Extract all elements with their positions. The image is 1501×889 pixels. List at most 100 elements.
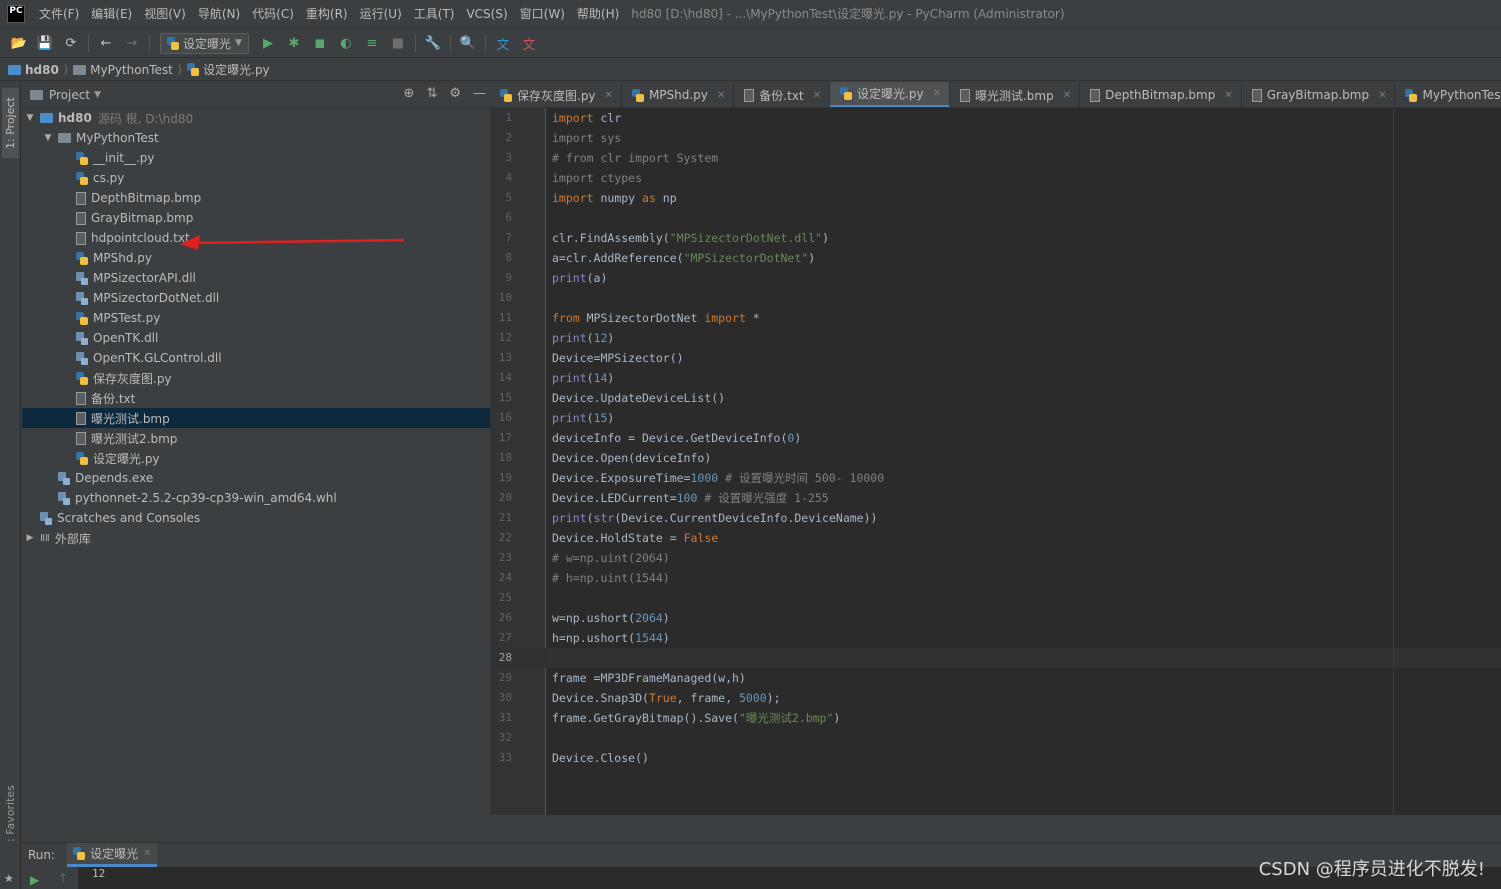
scroll-up-icon[interactable]: ↑ — [58, 871, 68, 885]
code-line[interactable]: a=clr.AddReference("MPSizectorDotNet") — [547, 248, 1501, 268]
save-all-icon[interactable]: 💾 — [36, 34, 54, 52]
code-line[interactable]: Device.HoldState = False — [547, 528, 1501, 548]
translate-replace-icon[interactable]: 文 — [520, 34, 538, 53]
code-line[interactable]: import numpy as np — [547, 188, 1501, 208]
code-line[interactable]: print(a) — [547, 268, 1501, 288]
menu-item[interactable]: 视图(V) — [138, 0, 192, 28]
tree-item[interactable]: ▶ ⅡⅡ 外部库 — [22, 528, 490, 548]
tree-item[interactable]: MPSizectorDotNet.dll — [22, 288, 490, 308]
code-line[interactable]: print(14) — [547, 368, 1501, 388]
tree-item[interactable]: MPSizectorAPI.dll — [22, 268, 490, 288]
code-line[interactable] — [547, 728, 1501, 748]
code-line[interactable]: Device.LEDCurrent=100 # 设置曝光强度 1-255 — [547, 488, 1501, 508]
menu-item[interactable]: 重构(R) — [300, 0, 354, 28]
run-configuration-dropdown[interactable]: 设定曝光 ▼ — [160, 32, 249, 54]
close-icon[interactable]: ✕ — [717, 90, 725, 101]
tree-item[interactable]: cs.py — [22, 168, 490, 188]
code-line[interactable]: # h=np.uint(1544) — [547, 568, 1501, 588]
code-line[interactable]: frame.GetGrayBitmap().Save("曝光测试2.bmp") — [547, 708, 1501, 728]
editor-tab[interactable]: MPShd.py ✕ — [622, 82, 735, 107]
code-line[interactable]: from MPSizectorDotNet import * — [547, 308, 1501, 328]
tool-window-tab-project[interactable]: 1: Project — [2, 88, 19, 158]
code-line[interactable]: print(15) — [547, 408, 1501, 428]
tree-item[interactable]: 曝光测试.bmp — [22, 408, 490, 428]
profile-icon[interactable]: ◐ — [337, 34, 355, 52]
synchronize-icon[interactable]: ⟳ — [62, 34, 80, 52]
code-line[interactable]: frame =MP3DFrameManaged(w,h) — [547, 668, 1501, 688]
tree-item[interactable]: pythonnet-2.5.2-cp39-cp39-win_amd64.whl — [22, 488, 490, 508]
tree-item[interactable]: 设定曝光.py — [22, 448, 490, 468]
expand-arrow-icon[interactable]: ▼ — [42, 133, 54, 143]
code-line[interactable]: print(str(Device.CurrentDeviceInfo.Devic… — [547, 508, 1501, 528]
editor-tab[interactable]: GrayBitmap.bmp ✕ — [1242, 82, 1396, 107]
close-icon[interactable]: ✕ — [143, 848, 151, 859]
menu-item[interactable]: 编辑(E) — [85, 0, 138, 28]
editor-tab[interactable]: MyPythonTest\_ini — [1395, 82, 1501, 107]
tree-item[interactable]: 曝光测试2.bmp — [22, 428, 490, 448]
code-line[interactable] — [547, 288, 1501, 308]
breadcrumb-item-file[interactable]: 设定曝光.py — [187, 61, 270, 78]
tree-item[interactable]: Depends.exe — [22, 468, 490, 488]
code-line[interactable]: deviceInfo = Device.GetDeviceInfo(0) — [547, 428, 1501, 448]
editor-tab[interactable]: 设定曝光.py ✕ — [830, 82, 950, 107]
project-panel-title[interactable]: Project — [49, 88, 90, 102]
menu-item[interactable]: 导航(N) — [192, 0, 246, 28]
run-icon[interactable]: ▶ — [259, 34, 277, 52]
code-line[interactable]: clr.FindAssembly("MPSizectorDotNet.dll") — [547, 228, 1501, 248]
close-icon[interactable]: ✕ — [1224, 90, 1232, 101]
settings-wrench-icon[interactable]: 🔧 — [424, 34, 442, 52]
forward-arrow-icon[interactable]: → — [123, 34, 141, 52]
code-line[interactable]: Device.Close() — [547, 748, 1501, 768]
tree-item[interactable]: 保存灰度图.py — [22, 368, 490, 388]
tree-item[interactable]: __init__.py — [22, 148, 490, 168]
tree-item[interactable]: Scratches and Consoles — [22, 508, 490, 528]
back-arrow-icon[interactable]: ← — [97, 34, 115, 52]
menu-item[interactable]: VCS(S) — [460, 0, 513, 28]
code-line[interactable] — [547, 648, 1501, 668]
code-line[interactable]: Device.UpdateDeviceList() — [547, 388, 1501, 408]
code-line[interactable]: Device=MPSizector() — [547, 348, 1501, 368]
stop-icon[interactable]: ■ — [389, 34, 407, 52]
tree-item[interactable]: OpenTK.GLControl.dll — [22, 348, 490, 368]
tree-item[interactable]: GrayBitmap.bmp — [22, 208, 490, 228]
open-folder-icon[interactable]: 📂 — [10, 34, 28, 52]
translate-icon[interactable]: 文 — [494, 34, 512, 53]
code-line[interactable]: # w=np.uint(2064) — [547, 548, 1501, 568]
code-line[interactable]: h=np.ushort(1544) — [547, 628, 1501, 648]
code-line[interactable]: import sys — [547, 128, 1501, 148]
code-line[interactable]: # from clr import System — [547, 148, 1501, 168]
tree-item[interactable]: ▼ hd80 源码 根, D:\hd80 — [22, 108, 490, 128]
close-icon[interactable]: ✕ — [1378, 90, 1386, 101]
menu-item[interactable]: 窗口(W) — [514, 0, 571, 28]
rerun-icon[interactable]: ▶ — [30, 873, 39, 887]
menu-item[interactable]: 工具(T) — [408, 0, 461, 28]
close-icon[interactable]: ✕ — [605, 90, 613, 101]
code-line[interactable]: import clr — [547, 108, 1501, 128]
breadcrumb-item-folder[interactable]: MyPythonTest — [73, 63, 173, 77]
tree-item[interactable]: OpenTK.dll — [22, 328, 490, 348]
editor-tab[interactable]: 保存灰度图.py ✕ — [490, 82, 622, 107]
expand-arrow-icon[interactable]: ▼ — [24, 113, 36, 123]
chevron-down-icon[interactable]: ▼ — [94, 90, 101, 100]
collapse-all-icon[interactable]: ⇅ — [426, 86, 437, 101]
code-line[interactable]: print(12) — [547, 328, 1501, 348]
menu-item[interactable]: 文件(F) — [33, 0, 85, 28]
debug-icon[interactable]: ✱ — [285, 34, 303, 52]
code-line[interactable]: Device.Snap3D(True, frame, 5000); — [547, 688, 1501, 708]
editor-tab[interactable]: 备份.txt ✕ — [734, 82, 831, 107]
menu-item[interactable]: 帮助(H) — [571, 0, 625, 28]
code-line[interactable]: import ctypes — [547, 168, 1501, 188]
code-line[interactable]: Device.ExposureTime=1000 # 设置曝光时间 500- 1… — [547, 468, 1501, 488]
code-line[interactable] — [547, 588, 1501, 608]
tree-item[interactable]: 备份.txt — [22, 388, 490, 408]
concurrency-diagram-icon[interactable]: ≡ — [363, 34, 381, 52]
collapse-arrow-icon[interactable]: ▶ — [24, 533, 36, 543]
code-line[interactable] — [547, 208, 1501, 228]
code-line[interactable]: w=np.ushort(2064) — [547, 608, 1501, 628]
close-icon[interactable]: ✕ — [1063, 90, 1071, 101]
locate-file-icon[interactable]: ⊕ — [404, 86, 415, 101]
editor-tab[interactable]: DepthBitmap.bmp ✕ — [1080, 82, 1242, 107]
favorites-star-icon[interactable]: ★ — [4, 872, 14, 885]
code-line[interactable]: Device.Open(deviceInfo) — [547, 448, 1501, 468]
menu-item[interactable]: 代码(C) — [246, 0, 300, 28]
